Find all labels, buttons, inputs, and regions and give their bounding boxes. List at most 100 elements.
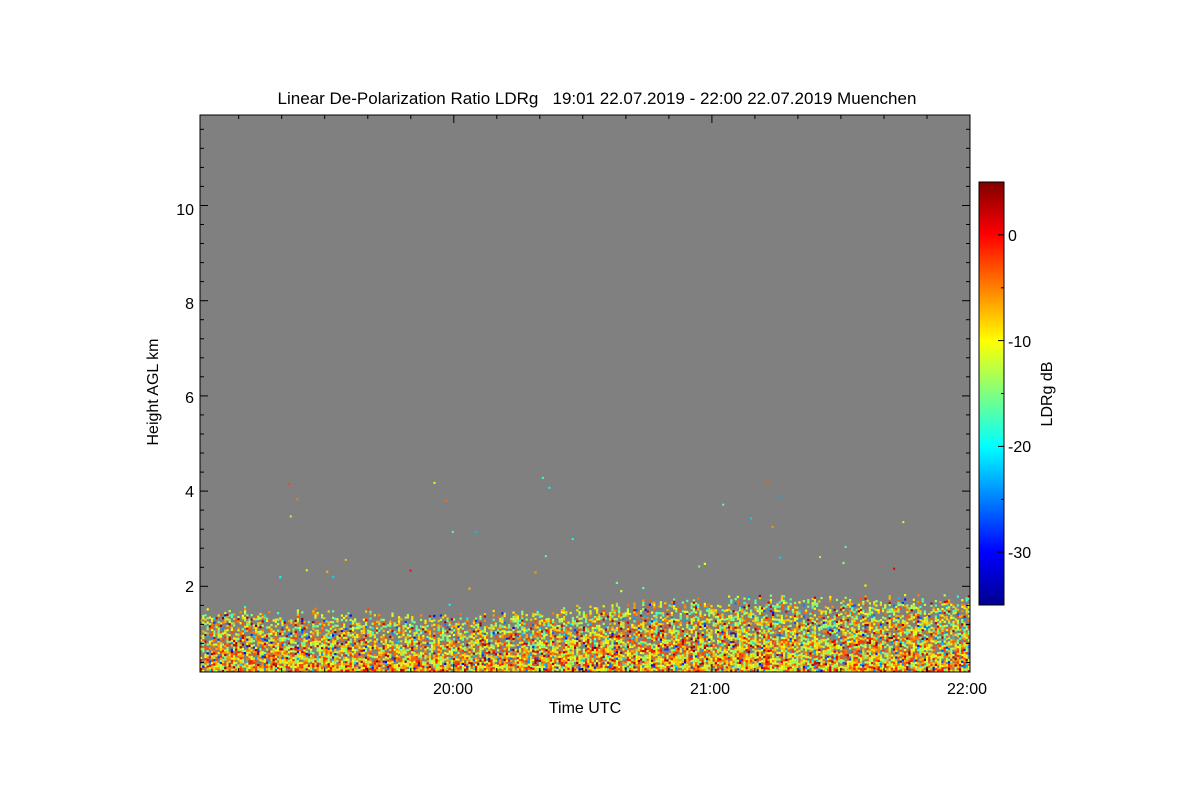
- heatmap-cell: [545, 627, 548, 630]
- heatmap-cell: [510, 664, 513, 667]
- heatmap-cell: [481, 641, 484, 644]
- heatmap-cell: [290, 637, 293, 640]
- heatmap-cell: [453, 653, 456, 656]
- heatmap-cell: [503, 661, 506, 664]
- heatmap-cell: [316, 620, 319, 623]
- heatmap-cell: [450, 662, 453, 665]
- heatmap-cell: [226, 662, 229, 665]
- heatmap-cell: [642, 639, 645, 642]
- heatmap-cell: [382, 623, 385, 626]
- heatmap-cell: [281, 641, 284, 644]
- heatmap-cell: [538, 664, 541, 667]
- heatmap-cell: [327, 641, 330, 644]
- heatmap-cell: [351, 659, 354, 662]
- heatmap-cell: [514, 644, 517, 647]
- heatmap-cell: [356, 658, 359, 661]
- heatmap-cell: [398, 664, 401, 667]
- heatmap-cell: [389, 624, 392, 628]
- heatmap-cell: [477, 652, 480, 655]
- heatmap-cell: [692, 628, 695, 631]
- heatmap-cell: [272, 630, 275, 633]
- heatmap-cell: [294, 657, 297, 660]
- heatmap-cell: [411, 642, 414, 645]
- heatmap-cell: [607, 661, 610, 664]
- heatmap-cell: [446, 668, 449, 671]
- heatmap-cell: [754, 654, 757, 657]
- heatmap-cell: [679, 652, 682, 655]
- heatmap-cell: [294, 648, 297, 651]
- heatmap-cell: [673, 664, 676, 667]
- heatmap-cell: [235, 646, 238, 649]
- heatmap-cell: [662, 614, 665, 617]
- heatmap-cell: [389, 644, 392, 647]
- heatmap-cell: [424, 619, 427, 622]
- heatmap-cell: [413, 656, 416, 659]
- heatmap-cell: [279, 630, 282, 633]
- heatmap-cell: [741, 641, 744, 644]
- heatmap-cell: [211, 637, 214, 640]
- heatmap-cell: [750, 644, 753, 647]
- heatmap-cell: [459, 654, 462, 658]
- heatmap-cell: [402, 625, 405, 628]
- heatmap-cell: [305, 626, 308, 629]
- heatmap-cell: [527, 641, 530, 644]
- heatmap-cell: [739, 653, 742, 656]
- heatmap-cell: [387, 624, 390, 627]
- heatmap-cell: [659, 636, 662, 639]
- heatmap-cell: [233, 644, 236, 647]
- heatmap-cell: [736, 626, 739, 629]
- heatmap-cell: [637, 644, 640, 647]
- heatmap-cell: [345, 632, 348, 635]
- heatmap-cell: [453, 649, 456, 652]
- heatmap-cell: [398, 640, 401, 643]
- heatmap-cell: [519, 659, 522, 662]
- heatmap-cell: [543, 641, 546, 644]
- heatmap-cell: [743, 663, 746, 666]
- heatmap-cell: [585, 669, 588, 672]
- heatmap-cell: [723, 653, 726, 656]
- heatmap-cell: [701, 655, 704, 658]
- heatmap-cell: [444, 654, 447, 657]
- heatmap-cell: [336, 659, 339, 663]
- heatmap-cell: [714, 609, 717, 612]
- heatmap-cell: [475, 628, 478, 631]
- heatmap-cell: [204, 655, 207, 659]
- heatmap-cell: [202, 665, 205, 668]
- heatmap-cell: [754, 637, 757, 640]
- heatmap-cell: [712, 663, 715, 667]
- heatmap-cell: [747, 650, 750, 653]
- heatmap-cell: [651, 611, 654, 614]
- heatmap-cell: [235, 620, 238, 623]
- heatmap-cell: [514, 653, 517, 656]
- heatmap-cell: [549, 635, 552, 638]
- heatmap-cell: [272, 637, 275, 640]
- heatmap-cell: [321, 625, 324, 628]
- heatmap-cell: [547, 657, 550, 660]
- heatmap-cell: [651, 651, 654, 654]
- heatmap-cell: [747, 598, 750, 601]
- heatmap-cell: [472, 619, 475, 622]
- heatmap-cell: [523, 669, 526, 672]
- heatmap-cell: [343, 625, 346, 628]
- heatmap-cell: [466, 619, 469, 622]
- heatmap-cell: [717, 657, 720, 660]
- heatmap-cell: [406, 635, 409, 639]
- heatmap-cell: [576, 662, 579, 665]
- heatmap-cell: [615, 653, 618, 656]
- heatmap-cell: [631, 650, 634, 653]
- heatmap-cell: [477, 654, 480, 657]
- heatmap-cell: [367, 608, 370, 611]
- heatmap-cell: [587, 628, 590, 631]
- heatmap-cell: [257, 664, 260, 667]
- heatmap-cell: [219, 651, 222, 654]
- heatmap-cell: [488, 627, 491, 630]
- heatmap-cell: [248, 653, 251, 656]
- heatmap-cell: [723, 634, 726, 637]
- heatmap-cell: [666, 652, 669, 655]
- heatmap-cell: [613, 662, 616, 665]
- heatmap-cell: [554, 650, 557, 653]
- heatmap-cell: [582, 613, 585, 616]
- heatmap-cell: [756, 656, 759, 659]
- heatmap-cell: [655, 664, 658, 667]
- heatmap-cell: [332, 621, 335, 624]
